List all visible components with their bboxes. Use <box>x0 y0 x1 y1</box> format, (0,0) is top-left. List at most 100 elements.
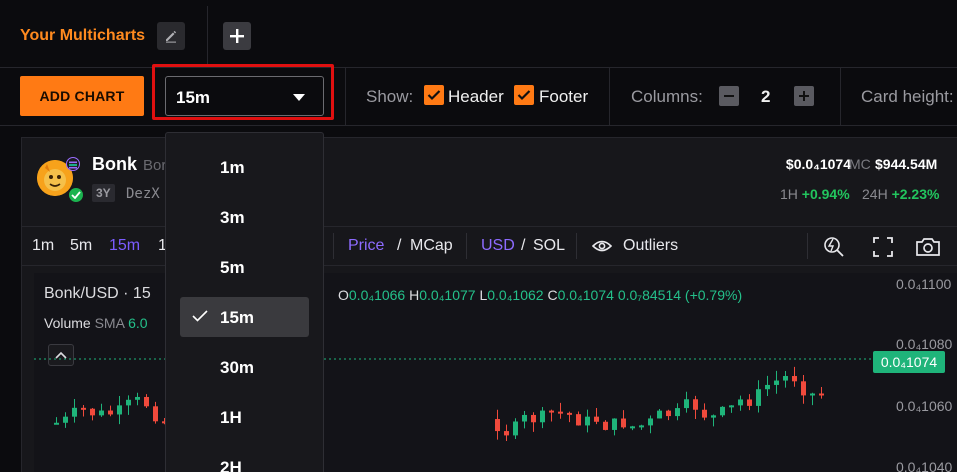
chart-toolbar: 1m 5m 15m 1 Price / MCap USD / SOL Outli… <box>22 226 957 266</box>
candle-body <box>639 425 644 428</box>
indicator-icon[interactable] <box>822 235 846 264</box>
candle-body <box>801 381 806 396</box>
y-axis-label: 0.0₄1060 <box>896 398 953 414</box>
interval-option-5m[interactable]: 5m <box>180 247 309 287</box>
candle-body <box>81 407 86 410</box>
highlight-box <box>152 64 334 120</box>
candle-body <box>540 410 545 423</box>
edit-title-button[interactable] <box>157 22 185 50</box>
header-divider <box>207 6 208 66</box>
candle-body <box>729 405 734 408</box>
sol-toggle[interactable]: SOL <box>533 237 565 255</box>
outliers-toggle[interactable]: Outliers <box>623 237 678 255</box>
change-24h-label: 24H <box>862 186 888 202</box>
option-label: 1m <box>220 158 245 177</box>
candle-body <box>495 419 500 432</box>
candle-body <box>126 399 131 406</box>
candle-body <box>54 422 59 425</box>
columns-decrease-button[interactable] <box>719 86 739 106</box>
usd-toggle[interactable]: USD <box>481 237 515 255</box>
interval-option-1h[interactable]: 1H <box>180 397 309 437</box>
candle-body <box>135 396 140 400</box>
interval-option-2h[interactable]: 2H <box>180 447 309 472</box>
plus-icon <box>230 29 244 43</box>
chart-toolbar-divider <box>333 233 334 259</box>
change-24h-value: +2.23% <box>891 186 940 202</box>
candle-body <box>567 412 572 415</box>
token-price: $0.0₄1074 <box>785 156 851 172</box>
add-tab-button[interactable] <box>223 22 251 50</box>
toolbar-divider <box>345 68 346 126</box>
candle-body <box>153 406 158 422</box>
columns-increase-button[interactable] <box>794 86 814 106</box>
show-label: Show: <box>366 87 414 106</box>
chart-toolbar-divider <box>466 233 467 259</box>
candle-body <box>702 409 707 418</box>
change-1h-label: 1H <box>780 186 798 202</box>
candle-body <box>792 376 797 382</box>
card-height-label: Card height: <box>861 87 954 106</box>
token-name[interactable]: Bonk <box>92 154 137 175</box>
pencil-icon <box>166 30 177 43</box>
interval-15m[interactable]: 15m <box>109 237 140 255</box>
multicharts-header: Your Multicharts <box>0 0 957 68</box>
candle-body <box>675 408 680 417</box>
candle-body <box>612 418 617 430</box>
candle-body <box>558 411 563 414</box>
multichart-toolbar: ADD CHART 15m Show: Header Footer Column… <box>0 64 957 126</box>
toolbar-divider <box>840 68 841 126</box>
candle-body <box>585 416 590 426</box>
candle-body <box>72 407 77 417</box>
header-checkbox-label[interactable]: Header <box>448 87 504 107</box>
interval-option-3m[interactable]: 3m <box>180 197 309 237</box>
market-cap-label: MC <box>849 156 871 172</box>
y-axis-label: 0.0₄1080 <box>896 336 953 352</box>
candle-body <box>783 376 788 381</box>
candle-body <box>738 399 743 406</box>
candle-body <box>810 393 815 396</box>
add-chart-button[interactable]: ADD CHART <box>20 76 144 116</box>
header-checkbox[interactable] <box>424 85 444 105</box>
candle-body <box>144 396 149 407</box>
candle-body <box>108 410 113 415</box>
option-label: 3m <box>220 208 245 227</box>
change-1h-value: +0.94% <box>801 186 850 202</box>
interval-option-15m[interactable]: 15m <box>180 297 309 337</box>
multicharts-title: Your Multicharts <box>20 27 146 44</box>
candle-body <box>576 414 581 426</box>
eye-icon <box>591 239 613 258</box>
interval-option-30m[interactable]: 30m <box>180 347 309 387</box>
candle-body <box>630 426 635 429</box>
columns-value: 2 <box>761 87 771 106</box>
chart-toolbar-divider <box>807 233 808 259</box>
candle-body <box>648 418 653 426</box>
option-label: 1H <box>220 408 242 427</box>
market-cap-value: $944.54M <box>875 156 938 172</box>
change-1h: 1H +0.94% <box>780 186 850 202</box>
footer-checkbox-label[interactable]: Footer <box>539 87 588 107</box>
interval-option-1m[interactable]: 1m <box>180 147 309 187</box>
price-toggle[interactable]: Price <box>348 237 384 255</box>
candle-body <box>513 421 518 436</box>
candle-body <box>711 415 716 418</box>
columns-label: Columns: <box>631 87 703 106</box>
candle-body <box>765 384 770 390</box>
y-axis-label: 0.0₄1100 <box>896 276 952 292</box>
token-address[interactable]: DezX <box>126 186 160 202</box>
y-axis-label: 0.0₄1040 <box>896 459 953 472</box>
candle-body <box>693 399 698 410</box>
candle-body <box>666 410 671 417</box>
token-subtitle: Bor <box>143 157 167 174</box>
fullscreen-icon[interactable] <box>872 236 894 263</box>
interval-1m[interactable]: 1m <box>32 237 54 255</box>
footer-checkbox[interactable] <box>514 85 534 105</box>
interval-5m[interactable]: 5m <box>70 237 92 255</box>
plus-icon <box>799 91 809 101</box>
candle-body <box>99 410 104 416</box>
slash-separator: / <box>397 237 402 254</box>
mcap-toggle[interactable]: MCap <box>410 237 453 255</box>
camera-icon[interactable] <box>915 236 941 263</box>
candle-body <box>657 410 662 419</box>
option-label: 30m <box>220 358 255 377</box>
minus-icon <box>724 95 734 97</box>
